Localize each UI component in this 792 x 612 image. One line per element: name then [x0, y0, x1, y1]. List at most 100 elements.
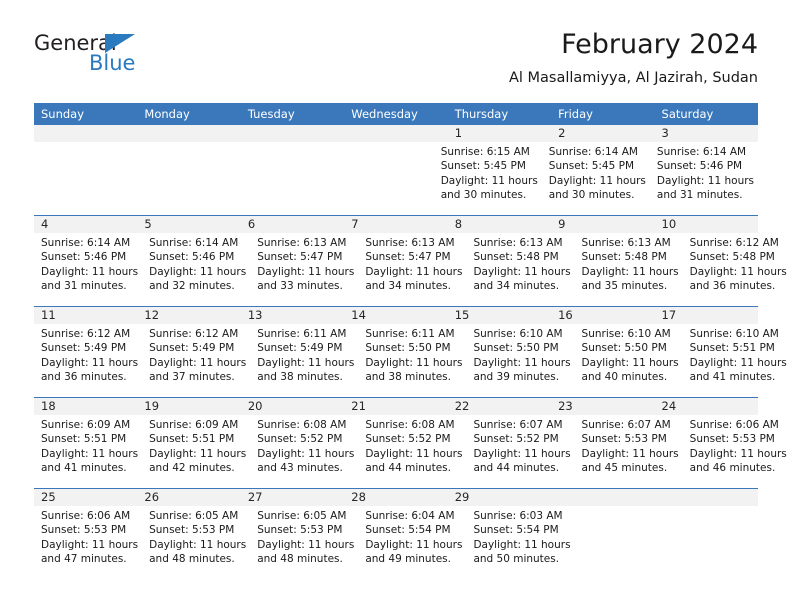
day-detail-line: and 41 minutes.: [41, 462, 127, 475]
day-number-8[interactable]: 8: [448, 216, 551, 233]
day-detail-line: Daylight: 11 hours: [656, 174, 755, 187]
day-cell-9[interactable]: Sunrise: 6:13 AM Sunset: 5:48 PM Daylight:…: [575, 233, 683, 306]
day-number-17[interactable]: 17: [655, 307, 758, 324]
day-number-15[interactable]: 15: [448, 307, 551, 324]
day-cell-1[interactable]: Sunrise: 6:15 AM Sunset: 5:45 PM Daylight:…: [434, 142, 542, 215]
day-number-14[interactable]: 14: [344, 307, 447, 324]
day-cell-23[interactable]: Sunrise: 6:07 AM Sunset: 5:53 PM Daylight:…: [575, 415, 683, 488]
day-number-7[interactable]: 7: [344, 216, 447, 233]
day-number-22[interactable]: 22: [448, 398, 551, 415]
day-cell-15[interactable]: Sunrise: 6:10 AM Sunset: 5:50 PM Daylight:…: [466, 324, 574, 397]
day-number-6[interactable]: 6: [241, 216, 344, 233]
day-cell-7[interactable]: Sunrise: 6:13 AM Sunset: 5:47 PM Daylight:…: [358, 233, 466, 306]
weekday-header-saturday: Saturday: [661, 107, 714, 121]
day-detail-line: Sunrise: 6:03 AM: [473, 510, 563, 522]
day-number-20[interactable]: 20: [241, 398, 344, 415]
day-number-25[interactable]: 25: [34, 489, 137, 506]
day-detail-line: Daylight: 11 hours: [365, 538, 463, 551]
day-cell-4[interactable]: Sunrise: 6:14 AM Sunset: 5:46 PM Daylight:…: [34, 233, 142, 306]
day-number-11[interactable]: 11: [34, 307, 137, 324]
day-detail-line: Daylight: 11 hours: [473, 447, 571, 460]
day-cell-29[interactable]: Sunrise: 6:03 AM Sunset: 5:54 PM Daylight:…: [466, 506, 574, 579]
day-detail-line: Sunset: 5:51 PM: [41, 433, 127, 446]
day-number-26[interactable]: 26: [137, 489, 240, 506]
day-detail-line: Sunrise: 6:08 AM: [365, 419, 455, 431]
day-cell-empty: [575, 506, 667, 579]
day-cell-21[interactable]: Sunrise: 6:08 AM Sunset: 5:52 PM Daylight:…: [358, 415, 466, 488]
day-cell-empty: [34, 142, 134, 215]
day-detail-line: Daylight: 11 hours: [41, 538, 139, 551]
day-number-19[interactable]: 19: [137, 398, 240, 415]
day-detail-line: Sunset: 5:52 PM: [365, 433, 451, 446]
weekday-header-row: Sunday Monday Tuesday Wednesday Thursday Frid…: [34, 103, 758, 125]
day-number-12[interactable]: 12: [137, 307, 240, 324]
day-number-3[interactable]: 3: [655, 125, 758, 142]
day-detail-line: Sunrise: 6:12 AM: [149, 328, 239, 340]
day-detail-line: Sunset: 5:45 PM: [548, 160, 635, 173]
day-cell-12[interactable]: Sunrise: 6:12 AM Sunset: 5:49 PM Daylight:…: [142, 324, 250, 397]
day-number-18[interactable]: 18: [34, 398, 137, 415]
day-number-29[interactable]: 29: [448, 489, 551, 506]
day-detail-line: Daylight: 11 hours: [149, 265, 247, 278]
day-detail-line: Sunset: 5:46 PM: [656, 160, 743, 173]
day-cell-13[interactable]: Sunrise: 6:11 AM Sunset: 5:49 PM Daylight:…: [250, 324, 358, 397]
day-number-4[interactable]: 4: [34, 216, 137, 233]
day-detail-line: and 49 minutes.: [365, 553, 451, 566]
day-cell-16[interactable]: Sunrise: 6:10 AM Sunset: 5:50 PM Daylight:…: [575, 324, 683, 397]
day-cell-25[interactable]: Sunrise: 6:06 AM Sunset: 5:53 PM Daylight:…: [34, 506, 142, 579]
day-number-9[interactable]: 9: [551, 216, 654, 233]
day-number-10[interactable]: 10: [655, 216, 758, 233]
day-cell-22[interactable]: Sunrise: 6:07 AM Sunset: 5:52 PM Daylight:…: [466, 415, 574, 488]
day-cell-19[interactable]: Sunrise: 6:09 AM Sunset: 5:51 PM Daylight:…: [142, 415, 250, 488]
day-cell-10[interactable]: Sunrise: 6:12 AM Sunset: 5:48 PM Daylight:…: [683, 233, 791, 306]
day-cell-18[interactable]: Sunrise: 6:09 AM Sunset: 5:51 PM Daylight:…: [34, 415, 142, 488]
day-cell-8[interactable]: Sunrise: 6:13 AM Sunset: 5:48 PM Daylight:…: [466, 233, 574, 306]
day-detail-line: and 47 minutes.: [41, 553, 127, 566]
masthead: General Blue February 2024 Al Masallamiy…: [34, 28, 758, 96]
day-detail-line: Daylight: 11 hours: [257, 538, 355, 551]
day-cell-14[interactable]: Sunrise: 6:11 AM Sunset: 5:50 PM Daylight:…: [358, 324, 466, 397]
day-detail-line: Daylight: 11 hours: [548, 174, 646, 187]
day-detail-line: Daylight: 11 hours: [581, 265, 679, 278]
day-detail-line: and 38 minutes.: [257, 371, 343, 384]
day-detail-line: Sunrise: 6:05 AM: [257, 510, 347, 522]
day-detail-line: Daylight: 11 hours: [149, 447, 247, 460]
day-number-empty: [551, 489, 654, 506]
day-detail-line: Sunset: 5:52 PM: [257, 433, 343, 446]
day-number-13[interactable]: 13: [241, 307, 344, 324]
day-detail-line: Daylight: 11 hours: [365, 265, 463, 278]
day-number-empty: [655, 489, 758, 506]
day-number-1[interactable]: 1: [448, 125, 551, 142]
day-cell-6[interactable]: Sunrise: 6:13 AM Sunset: 5:47 PM Daylight:…: [250, 233, 358, 306]
calendar-grid: Sunday Monday Tuesday Wednesday Thursday Frid…: [34, 103, 787, 579]
day-detail-line: and 34 minutes.: [365, 280, 451, 293]
day-cell-11[interactable]: Sunrise: 6:12 AM Sunset: 5:49 PM Daylight:…: [34, 324, 142, 397]
day-cell-28[interactable]: Sunrise: 6:04 AM Sunset: 5:54 PM Daylight:…: [358, 506, 466, 579]
day-number-16[interactable]: 16: [551, 307, 654, 324]
day-cell-20[interactable]: Sunrise: 6:08 AM Sunset: 5:52 PM Daylight:…: [250, 415, 358, 488]
day-number-empty: [137, 125, 240, 142]
day-cell-2[interactable]: Sunrise: 6:14 AM Sunset: 5:45 PM Daylight:…: [542, 142, 650, 215]
general-blue-logo: General Blue: [34, 32, 194, 88]
day-detail-line: Sunset: 5:51 PM: [149, 433, 235, 446]
week-body-band: Sunrise: 6:12 AM Sunset: 5:49 PM Daylight:…: [34, 324, 787, 397]
day-number-21[interactable]: 21: [344, 398, 447, 415]
weekday-header-sunday: Sunday: [41, 107, 85, 121]
day-detail-line: Sunset: 5:52 PM: [473, 433, 559, 446]
day-cell-17[interactable]: Sunrise: 6:10 AM Sunset: 5:51 PM Daylight:…: [683, 324, 791, 397]
day-cell-3[interactable]: Sunrise: 6:14 AM Sunset: 5:46 PM Daylight:…: [650, 142, 758, 215]
day-detail-line: Daylight: 11 hours: [440, 174, 538, 187]
day-number-23[interactable]: 23: [551, 398, 654, 415]
day-number-5[interactable]: 5: [137, 216, 240, 233]
week-daynumber-band: 25 26 27 28 29: [34, 489, 758, 506]
page-subtitle: Al Masallamiyya, Al Jazirah, Sudan: [508, 70, 758, 86]
day-cell-24[interactable]: Sunrise: 6:06 AM Sunset: 5:53 PM Daylight:…: [683, 415, 791, 488]
day-cell-27[interactable]: Sunrise: 6:05 AM Sunset: 5:53 PM Daylight:…: [250, 506, 358, 579]
day-number-27[interactable]: 27: [241, 489, 344, 506]
day-number-24[interactable]: 24: [655, 398, 758, 415]
day-number-2[interactable]: 2: [551, 125, 654, 142]
title-block: February 2024 Al Masallamiyya, Al Jazira…: [509, 28, 758, 88]
day-number-28[interactable]: 28: [344, 489, 447, 506]
day-cell-26[interactable]: Sunrise: 6:05 AM Sunset: 5:53 PM Daylight:…: [142, 506, 250, 579]
day-cell-5[interactable]: Sunrise: 6:14 AM Sunset: 5:46 PM Daylight:…: [142, 233, 250, 306]
